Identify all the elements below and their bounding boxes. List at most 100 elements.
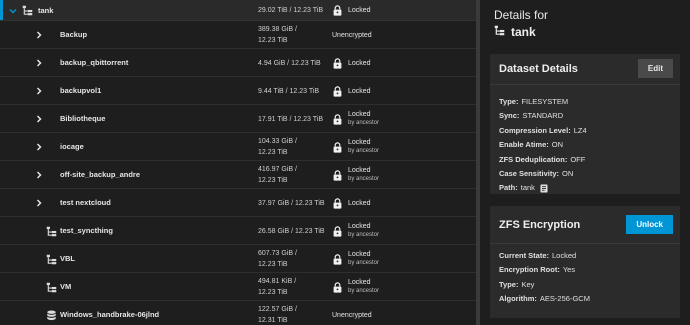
property-key: Current State: [499,251,550,260]
dataset-details-properties: Type: FILESYSTEM Sync: STANDARD Compression … [490,85,680,196]
property-value: LZ4 [573,125,587,135]
dataset-details-card: Dataset Details Edit Type: FILESYSTEM Sync… [490,54,680,194]
dataset-tree-icon [494,25,511,39]
dataset-used-value: 4.94 GiB / 12.23 TiB [258,59,321,67]
encryption-status: Locked by ancestor [348,245,379,273]
unlock-button[interactable]: Unlock [626,215,673,234]
encryption-status: Locked by ancestor [348,161,379,189]
dataset-used-value: 607.73 GiB / [258,250,297,257]
property-key: Path: [499,183,518,193]
dataset-used-value: 26.58 GiB / 12.23 TiB [258,227,325,235]
property-value: ON [551,140,563,150]
lock-icon [333,273,342,301]
lock-icon [333,161,342,189]
dataset-row[interactable]: tank 29.02 TiB / 12.23 TiB Locked [0,0,478,21]
dataset-row[interactable]: backupvol1 9.44 TiB / 12.23 TiB Locked [0,77,478,105]
encryption-status-label: Locked [348,279,371,286]
property-row: Case Sensitivity: ON [499,167,671,181]
dataset-row[interactable]: VM 494.81 KiB / 12.23 TiB Locked by ancestor [0,273,478,301]
dataset-used: 607.73 GiB / 12.23 TiB [258,245,297,273]
encryption-status-sublabel: by ancestor [348,232,380,238]
details-dataset-name: tank [511,25,536,39]
dataset-row[interactable]: Windows_handbrake-06jlnd 122.57 GiB / 12.3… [0,301,478,325]
dataset-row[interactable]: iocage 104.33 GiB / 12.23 TiB Locked by ance… [0,133,478,161]
chevron-right-icon[interactable] [34,133,44,161]
encryption-status: Unencrypted [332,301,372,325]
encryption-status-label: Locked [348,251,371,258]
dataset-used: 494.81 KiB / 12.23 TiB [258,273,296,301]
property-value: Key [521,279,535,289]
encryption-status: Unencrypted [332,21,372,49]
chevron-right-icon[interactable] [34,77,44,105]
dataset-used-value: 122.57 GiB / [258,306,297,313]
dataset-tree-icon [46,245,57,273]
property-value: Locked [552,251,577,260]
dataset-row[interactable]: test_syncthing 26.58 GiB / 12.23 TiB Locke… [0,217,478,245]
edit-button[interactable]: Edit [637,59,673,78]
dataset-row[interactable]: Bibliotheque 17.91 TiB / 12.23 TiB Locked b… [0,105,478,133]
encryption-status-label: Locked [348,139,371,146]
encryption-status: Locked [348,49,371,77]
property-row: Type: Key [499,278,671,292]
dataset-name: off-site_backup_andre [60,170,141,179]
chevron-right-icon[interactable] [34,189,44,217]
property-key: ZFS Deduplication: [499,154,568,164]
encryption-status-label: Locked [348,167,371,174]
dataset-tree-icon [46,273,57,301]
zfs-encryption-title: ZFS Encryption [499,219,581,231]
chevron-right-icon[interactable] [34,21,44,49]
dataset-row[interactable]: VBL 607.73 GiB / 12.23 TiB Locked by ancesto… [0,245,478,273]
dataset-name: backupvol1 [60,86,102,95]
property-row: Current State: Locked [499,249,671,263]
dataset-used-value: 37.97 GiB / 12.23 TiB [258,199,325,207]
dataset-used: 104.33 GiB / 12.23 TiB [258,133,297,161]
lock-icon [333,77,342,105]
dataset-used-available: 12.23 TiB [258,289,288,296]
lock-icon [333,217,342,245]
dataset-used: 4.94 GiB / 12.23 TiB [258,49,321,77]
encryption-status: Locked by ancestor [348,273,379,301]
dataset-used-available: 12.23 TiB [258,149,288,156]
dataset-row[interactable]: off-site_backup_andre 416.97 GiB / 12.23 T… [0,161,478,189]
chevron-right-icon[interactable] [34,161,44,189]
dataset-row[interactable]: Backup 389.38 GiB / 12.23 TiB Unencrypted [0,21,478,49]
dataset-row[interactable]: test nextcloud 37.97 GiB / 12.23 TiB Locke… [0,189,478,217]
property-row: Sync: STANDARD [499,109,671,123]
database-icon [46,301,57,325]
property-key: Algorithm: [499,294,537,304]
dataset-name: Bibliotheque [60,114,106,123]
chevron-right-icon[interactable] [34,49,44,77]
property-row: Encryption Root: Yes [499,263,671,277]
encryption-status: Locked by ancestor [348,105,379,133]
dataset-used: 416.97 GiB / 12.23 TiB [258,161,297,189]
chevron-right-icon[interactable] [34,105,44,133]
encryption-status-sublabel: by ancestor [348,288,380,294]
dataset-used-available: 12.23 TiB [258,261,288,268]
dataset-used: 37.97 GiB / 12.23 TiB [258,189,325,217]
dataset-row[interactable]: backup_qbittorrent 4.94 GiB / 12.23 TiB Lo… [0,49,478,77]
encryption-status-label: Locked [348,7,371,14]
encryption-status-sublabel: by ancestor [348,176,380,182]
lock-icon [333,189,342,217]
dataset-used-value: 17.91 TiB / 12.23 TiB [258,115,323,123]
zfs-encryption-card: ZFS Encryption Unlock Current State: Lock… [490,206,680,318]
zfs-encryption-properties: Current State: Locked Encryption Root: Yes T… [490,244,680,307]
dataset-used: 122.57 GiB / 12.31 TiB [258,301,297,325]
encryption-status: Locked [348,0,371,21]
property-key: Encryption Root: [499,265,560,275]
dataset-used-available: 12.23 TiB [258,177,288,184]
dataset-name: iocage [60,142,84,151]
chevron-down-icon[interactable] [8,0,18,21]
encryption-status-label: Locked [348,59,371,67]
dataset-name: test nextcloud [60,198,111,207]
copy-icon[interactable] [540,184,548,193]
property-key: Sync: [499,111,520,121]
dataset-used: 9.44 TiB / 12.23 TiB [258,77,319,105]
dataset-name: tank [38,6,54,15]
details-header: Details for tank [494,8,548,39]
encryption-status: Locked by ancestor [348,133,379,161]
dataset-name: Windows_handbrake-06jlnd [60,310,160,319]
property-key: Type: [499,279,519,289]
encryption-status: Locked by ancestor [348,217,379,245]
property-key: Enable Atime: [499,140,549,150]
